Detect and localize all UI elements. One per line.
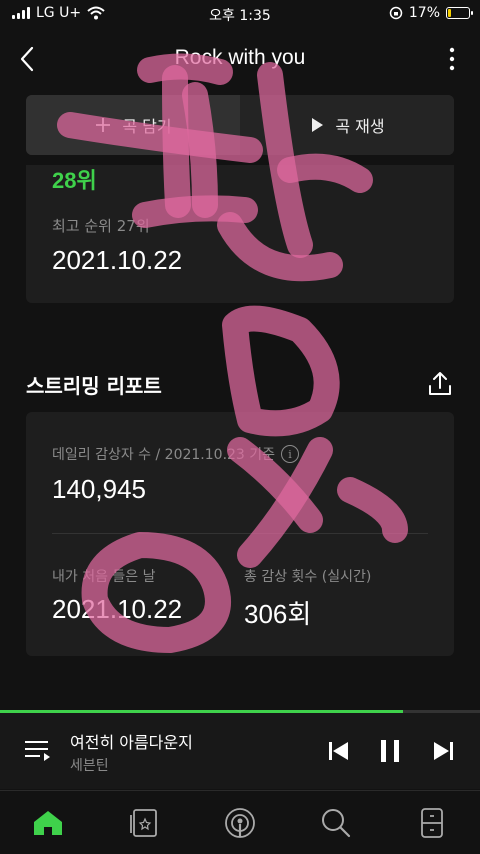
podcast-icon bbox=[225, 807, 255, 838]
status-right: 17% bbox=[389, 5, 473, 21]
daily-listeners-label-text: 데일리 감상자 수 / 2021.10.23 기준 bbox=[52, 447, 276, 463]
first-listen-label: 내가 처음 들은 날 bbox=[52, 569, 156, 585]
rotation-lock-icon bbox=[389, 6, 403, 20]
battery-icon bbox=[446, 7, 473, 19]
info-icon[interactable]: i bbox=[281, 445, 300, 463]
previous-icon[interactable] bbox=[324, 735, 354, 767]
play-icon bbox=[312, 118, 324, 132]
nav-storage[interactable] bbox=[410, 801, 454, 845]
next-icon[interactable] bbox=[428, 735, 458, 767]
divider bbox=[52, 533, 428, 534]
track-artist: 세븐틴 bbox=[70, 758, 109, 774]
play-label: 곡 재생 bbox=[335, 117, 385, 136]
page-title: Rock with you bbox=[174, 46, 306, 69]
battery-level bbox=[448, 9, 452, 17]
track-title: 여전히 아름다운지 bbox=[70, 733, 193, 752]
add-to-playlist-button[interactable]: 곡 담기 bbox=[26, 95, 240, 155]
share-icon[interactable] bbox=[426, 370, 454, 398]
app-header: Rock with you bbox=[0, 36, 480, 80]
home-icon bbox=[34, 810, 62, 835]
current-rank: 28위 bbox=[52, 168, 97, 193]
plus-icon bbox=[96, 118, 111, 132]
nav-library[interactable] bbox=[122, 801, 166, 845]
mini-player[interactable]: 여전히 아름다운지 세븐틴 bbox=[0, 713, 480, 789]
report-card: 데일리 감상자 수 / 2021.10.23 기준 i 140,945 내가 처… bbox=[26, 412, 454, 656]
nav-home[interactable] bbox=[26, 801, 70, 845]
storage-icon bbox=[421, 807, 443, 838]
play-song-button[interactable]: 곡 재생 bbox=[240, 95, 454, 155]
pause-icon[interactable] bbox=[375, 735, 405, 767]
total-plays-value: 306회 bbox=[244, 599, 312, 629]
section-title: 스트리밍 리포트 bbox=[26, 374, 162, 398]
nav-podcast[interactable] bbox=[218, 801, 262, 845]
peak-rank-label: 최고 순위 27위 bbox=[52, 217, 150, 235]
daily-listeners-value: 140,945 bbox=[52, 474, 146, 504]
daily-listeners-label: 데일리 감상자 수 / 2021.10.23 기준 i bbox=[52, 444, 300, 464]
search-icon bbox=[322, 808, 351, 837]
status-bar: LG U+ 오후 1:35 17% bbox=[0, 0, 480, 28]
rank-card: 28위 최고 순위 27위 2021.10.22 bbox=[26, 165, 454, 303]
nav-search[interactable] bbox=[314, 801, 358, 845]
playlist-icon[interactable] bbox=[22, 735, 54, 767]
peak-rank-date: 2021.10.22 bbox=[52, 245, 183, 275]
library-icon bbox=[130, 808, 157, 837]
action-bar: 곡 담기 곡 재생 bbox=[26, 95, 454, 155]
bottom-nav bbox=[0, 790, 480, 854]
first-listen-value: 2021.10.22 bbox=[52, 594, 183, 624]
more-vertical-icon[interactable] bbox=[442, 44, 462, 74]
add-label: 곡 담기 bbox=[122, 117, 172, 136]
total-plays-label: 총 감상 횟수 (실시간) bbox=[244, 569, 372, 585]
battery-percent: 17% bbox=[408, 5, 440, 21]
